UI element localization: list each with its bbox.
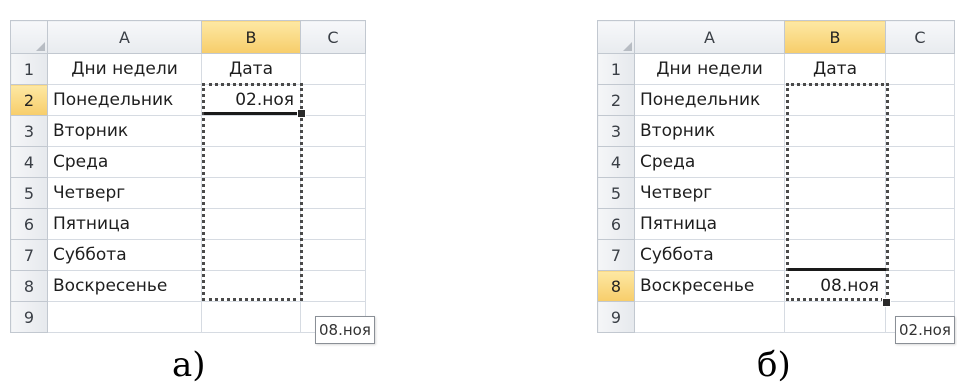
cell-a9[interactable] [634,301,785,333]
row-header-5[interactable]: 5 [597,177,635,209]
cell-a5[interactable]: Четверг [634,177,785,209]
cell-a9[interactable] [47,301,202,333]
column-header-c[interactable]: C [885,20,955,54]
select-all-corner[interactable] [597,20,635,54]
row-header-7[interactable]: 7 [10,239,48,271]
column-header-b[interactable]: B [784,20,886,54]
cell-c6[interactable] [885,208,955,240]
cell-a1[interactable]: Дни недели [634,53,785,85]
cell-c5[interactable] [300,177,366,209]
cell-a4[interactable]: Среда [634,146,785,178]
row-header-6[interactable]: 6 [10,208,48,240]
column-header-a[interactable]: A [634,20,785,54]
cell-c8[interactable] [885,270,955,302]
cell-c4[interactable] [300,146,366,178]
cell-a3[interactable]: Вторник [47,115,202,147]
row-header-9[interactable]: 9 [597,301,635,333]
cell-c3[interactable] [885,115,955,147]
row-header-3[interactable]: 3 [597,115,635,147]
cell-a6[interactable]: Пятница [634,208,785,240]
row-header-1[interactable]: 1 [597,53,635,85]
row-header-8[interactable]: 8 [10,270,48,302]
cell-c1[interactable] [885,53,955,85]
cell-a7[interactable]: Суббота [47,239,202,271]
cell-c5[interactable] [885,177,955,209]
select-all-corner[interactable] [10,20,48,54]
cell-c7[interactable] [885,239,955,271]
cell-a8[interactable]: Воскресенье [634,270,785,302]
cell-c6[interactable] [300,208,366,240]
panel-caption-b: б) [757,345,791,385]
cell-c4[interactable] [885,146,955,178]
row-header-8[interactable]: 8 [597,270,635,302]
cell-b1[interactable]: Дата [201,53,301,85]
panel-caption-a: а) [172,345,206,385]
column-header-a[interactable]: A [47,20,202,54]
cell-b9[interactable] [784,301,886,333]
cell-c8[interactable] [300,270,366,302]
row-header-9[interactable]: 9 [10,301,48,333]
row-header-2[interactable]: 2 [10,84,48,116]
cell-c2[interactable] [885,84,955,116]
active-cell-bottom-edge-a [204,112,300,115]
fill-handle-a[interactable] [297,109,306,118]
column-header-b[interactable]: B [201,20,301,54]
cell-a6[interactable]: Пятница [47,208,202,240]
cell-c3[interactable] [300,115,366,147]
fill-preview-tooltip-a: 08.ноя [315,316,375,344]
row-header-7[interactable]: 7 [597,239,635,271]
fill-preview-tooltip-b: 02.ноя [895,316,955,344]
fill-range-marquee-a [202,83,303,301]
cell-a5[interactable]: Четверг [47,177,202,209]
fill-handle-b[interactable] [882,298,891,307]
cell-a2[interactable]: Понедельник [47,84,202,116]
cell-a8[interactable]: Воскресенье [47,270,202,302]
row-header-2[interactable]: 2 [597,84,635,116]
row-header-5[interactable]: 5 [10,177,48,209]
cell-a4[interactable]: Среда [47,146,202,178]
row-header-6[interactable]: 6 [597,208,635,240]
cell-b9[interactable] [201,301,301,333]
active-cell-top-edge-b [788,268,886,271]
cell-c2[interactable] [300,84,366,116]
row-header-4[interactable]: 4 [10,146,48,178]
spreadsheet-grid-a: A B C 1 Дни недели Дата 2 Понедельник 02… [10,20,366,333]
row-header-4[interactable]: 4 [597,146,635,178]
cell-c7[interactable] [300,239,366,271]
cell-b1[interactable]: Дата [784,53,886,85]
spreadsheet-grid-b: A B C 1 Дни недели Дата 2 Понедельник 3 … [597,20,955,333]
row-header-3[interactable]: 3 [10,115,48,147]
cell-a3[interactable]: Вторник [634,115,785,147]
cell-a1[interactable]: Дни недели [47,53,202,85]
cell-a2[interactable]: Понедельник [634,84,785,116]
row-header-1[interactable]: 1 [10,53,48,85]
column-header-c[interactable]: C [300,20,366,54]
cell-a7[interactable]: Суббота [634,239,785,271]
cell-c1[interactable] [300,53,366,85]
